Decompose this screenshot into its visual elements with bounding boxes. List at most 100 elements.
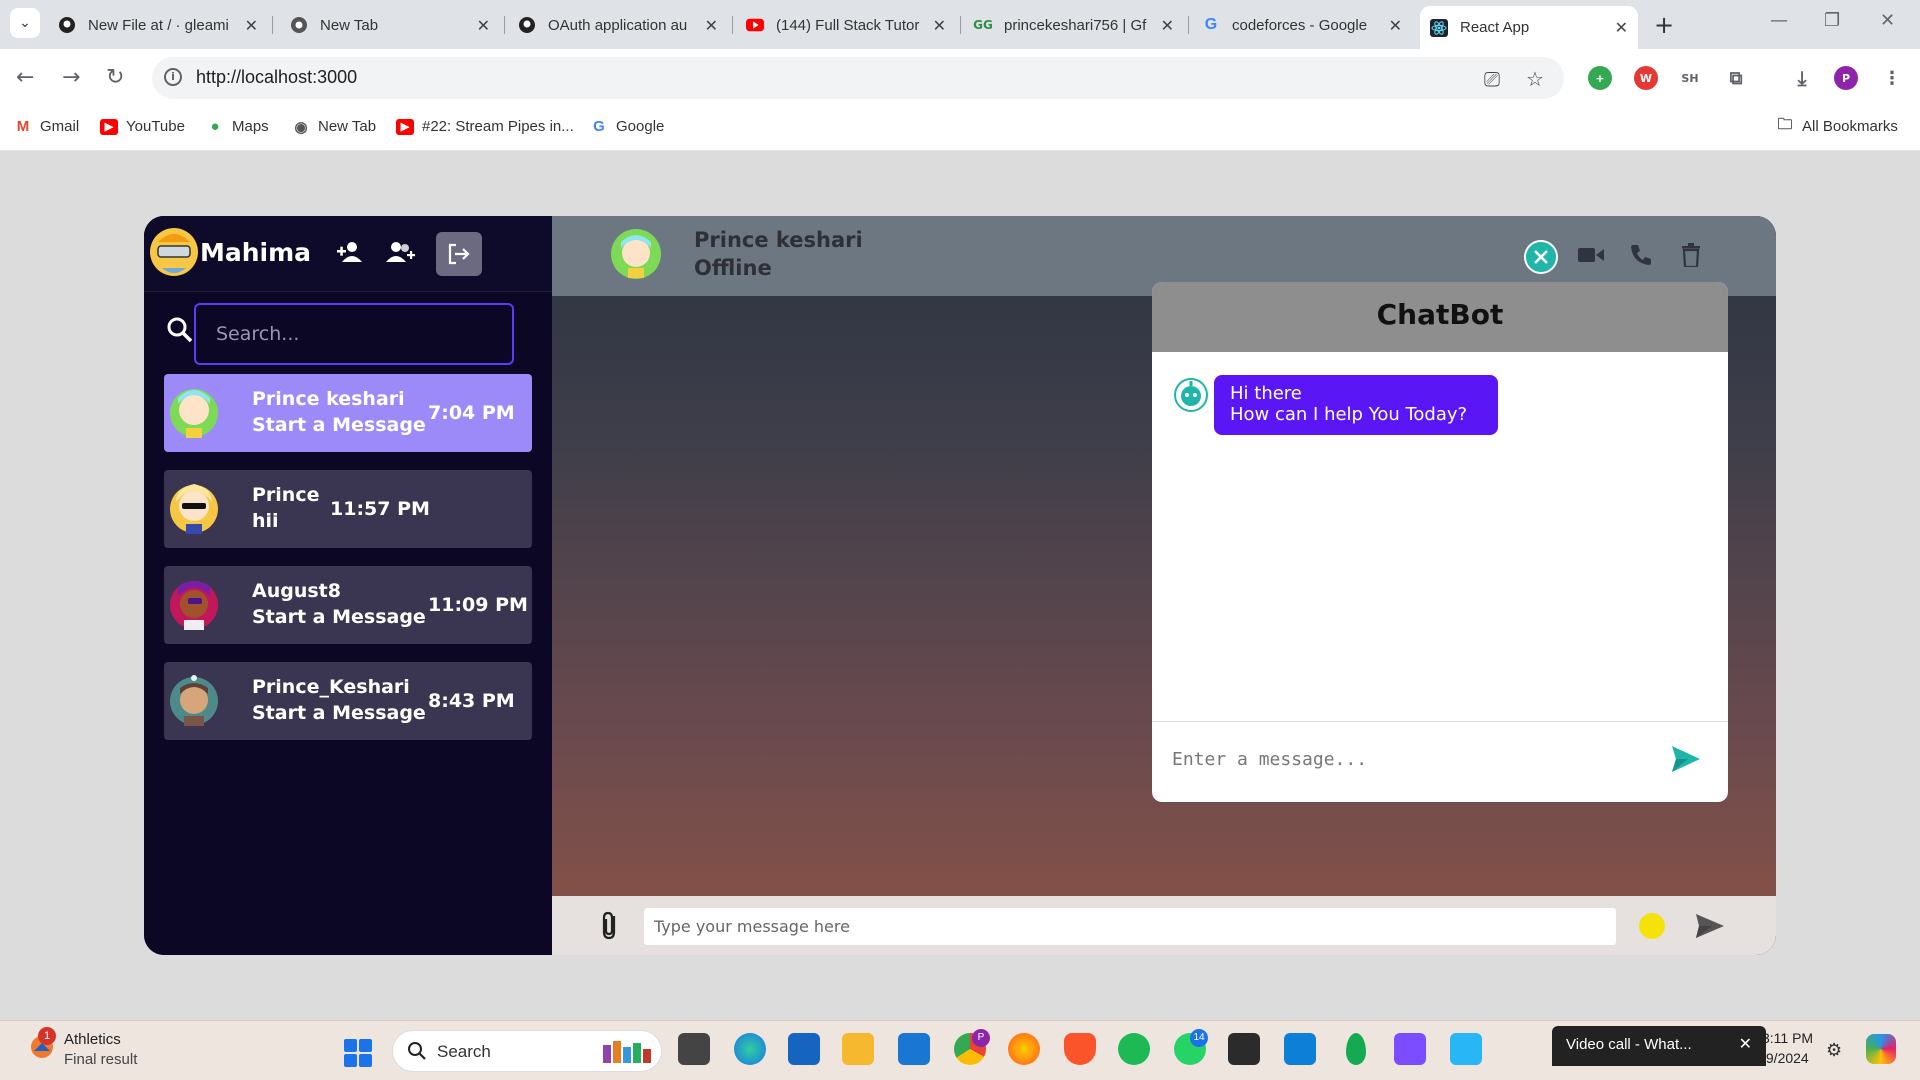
user-name: Mahima (200, 238, 312, 267)
close-chatbot-button[interactable] (1524, 240, 1558, 274)
extension-vw-icon[interactable]: W (1634, 66, 1658, 90)
bookmark-maps[interactable]: ● Maps (206, 118, 268, 135)
chatbot-message-input[interactable] (1172, 744, 1652, 774)
contact-item[interactable]: Prince_Keshari Start a Message 8:43 PM (164, 662, 532, 740)
extension-sh-icon[interactable]: SH (1678, 66, 1702, 90)
attach-file-button[interactable] (596, 910, 624, 942)
browser-tab[interactable]: New Tab ✕ (290, 9, 490, 41)
browser-tab-bar: ⌄ New File at / · gleami ✕ New Tab ✕ OAu… (0, 0, 1920, 49)
extension-green-icon[interactable]: + (1588, 66, 1612, 90)
snipping-tool-icon[interactable] (1394, 1033, 1426, 1065)
copilot-icon[interactable] (1866, 1034, 1896, 1064)
logout-icon (448, 243, 470, 265)
logout-button[interactable] (436, 232, 482, 276)
forward-icon[interactable]: → (62, 65, 80, 90)
back-icon[interactable]: ← (16, 65, 34, 90)
chat-panel: Prince keshari Offline ChatBot Hi there … (552, 216, 1776, 955)
contact-item[interactable]: Prince hii 11:57 PM (164, 470, 532, 548)
window-close-icon[interactable]: ✕ (1880, 10, 1895, 31)
video-call-button[interactable] (1576, 240, 1606, 270)
close-icon[interactable]: ✕ (933, 16, 946, 35)
bookmark-stream-pipes[interactable]: ▶ #22: Stream Pipes in... (396, 118, 574, 135)
terminal-icon[interactable] (1228, 1033, 1260, 1065)
contact-item[interactable]: Prince keshari Start a Message 7:04 PM (164, 374, 532, 452)
github-icon (58, 16, 76, 34)
install-app-icon[interactable]: ⎚ (1484, 67, 1500, 91)
search-icon (408, 1042, 426, 1060)
close-icon[interactable]: ✕ (1161, 16, 1174, 35)
browser-tab-active[interactable]: React App ✕ (1420, 6, 1638, 49)
chatbot-send-button[interactable] (1670, 744, 1702, 774)
bookmark-new-tab[interactable]: ◉ New Tab (292, 118, 376, 136)
tab-search-button[interactable]: ⌄ (10, 8, 40, 38)
browser-tab[interactable]: GG princekeshari756 | Gf ✕ (973, 9, 1174, 41)
all-bookmarks[interactable]: 🗀 All Bookmarks (1776, 116, 1897, 135)
mongodb-icon[interactable] (1346, 1033, 1366, 1065)
react-icon (1430, 18, 1448, 37)
start-button[interactable] (344, 1039, 372, 1067)
brave-icon[interactable] (1064, 1033, 1096, 1065)
user-avatar[interactable] (150, 224, 198, 280)
settings-gear-icon[interactable]: ⚙ (1826, 1040, 1842, 1061)
add-friend-button[interactable] (334, 236, 366, 268)
store-icon[interactable] (788, 1033, 820, 1065)
bot-avatar-icon (1174, 378, 1208, 412)
restore-icon[interactable]: ❐ (1824, 10, 1840, 31)
close-icon[interactable]: ✕ (477, 16, 490, 35)
spotify-icon[interactable] (1118, 1033, 1150, 1065)
chatbot-window: ChatBot Hi there How can I help You Toda… (1152, 282, 1728, 802)
minimize-icon[interactable]: — (1770, 10, 1788, 31)
photos-icon[interactable] (1450, 1033, 1482, 1065)
notification-toast[interactable]: Video call - What... ✕ (1552, 1026, 1766, 1066)
browser-tab[interactable]: G codeforces - Google ✕ (1202, 9, 1402, 41)
bookmark-youtube[interactable]: ▶ YouTube (100, 118, 185, 135)
reload-icon[interactable]: ↻ (106, 65, 124, 90)
site-info-icon[interactable]: i (164, 68, 182, 86)
delete-chat-button[interactable] (1676, 240, 1706, 270)
send-button[interactable] (1694, 912, 1726, 940)
gfg-icon: GG (973, 18, 993, 32)
more-menu-icon[interactable]: ⋮ (1880, 66, 1904, 90)
profile-avatar[interactable]: P (1834, 66, 1858, 90)
close-icon[interactable]: ✕ (1389, 16, 1402, 35)
vscode-icon[interactable] (1284, 1033, 1316, 1065)
tab-separator (272, 16, 273, 34)
message-composer (552, 896, 1776, 955)
peer-avatar[interactable] (610, 228, 662, 280)
bookmark-star-icon[interactable]: ☆ (1526, 67, 1544, 91)
message-input[interactable] (644, 908, 1616, 945)
create-group-button[interactable] (384, 236, 416, 268)
widget-title[interactable]: Athletics (64, 1031, 121, 1048)
close-icon[interactable]: ✕ (245, 16, 258, 35)
extensions-puzzle-icon[interactable]: ⧉ (1724, 66, 1748, 90)
folder-icon: 🗀 (1777, 116, 1793, 133)
emoji-button[interactable] (1639, 913, 1665, 939)
url-text[interactable]: http://localhost:3000 (196, 67, 357, 88)
close-icon[interactable]: ✕ (705, 16, 718, 35)
mail-icon[interactable] (898, 1033, 930, 1065)
close-icon[interactable]: ✕ (1739, 1034, 1752, 1053)
search-input[interactable] (194, 303, 514, 365)
firefox-icon[interactable] (1008, 1033, 1040, 1065)
browser-tab[interactable]: (144) Full Stack Tutor ✕ (746, 9, 946, 41)
task-view-icon[interactable] (678, 1033, 710, 1065)
edge-icon[interactable] (734, 1033, 766, 1065)
browser-tab[interactable]: OAuth application au ✕ (518, 9, 718, 41)
clock-time[interactable]: 3:11 PM (1762, 1030, 1813, 1046)
browser-tab[interactable]: New File at / · gleami ✕ (58, 9, 258, 41)
clock-date[interactable]: /9/2024 (1762, 1050, 1809, 1066)
contact-item[interactable]: August8 Start a Message 11:09 PM (164, 566, 532, 644)
file-explorer-icon[interactable] (842, 1033, 874, 1065)
download-icon[interactable]: ⤓ (1790, 66, 1814, 90)
close-icon (1534, 250, 1548, 264)
close-icon[interactable]: ✕ (1615, 18, 1628, 37)
omnibox[interactable]: i http://localhost:3000 ⎚ ☆ (152, 57, 1564, 99)
bookmark-google[interactable]: G Google (590, 118, 664, 135)
contact-avatar (170, 389, 218, 438)
voice-call-button[interactable] (1626, 240, 1656, 270)
phone-icon (1631, 245, 1651, 265)
taskbar-search[interactable]: Search (392, 1030, 662, 1072)
chatbot-header: ChatBot (1152, 282, 1728, 352)
bookmark-gmail[interactable]: M Gmail (14, 118, 79, 135)
new-tab-button[interactable]: + (1654, 11, 1674, 39)
